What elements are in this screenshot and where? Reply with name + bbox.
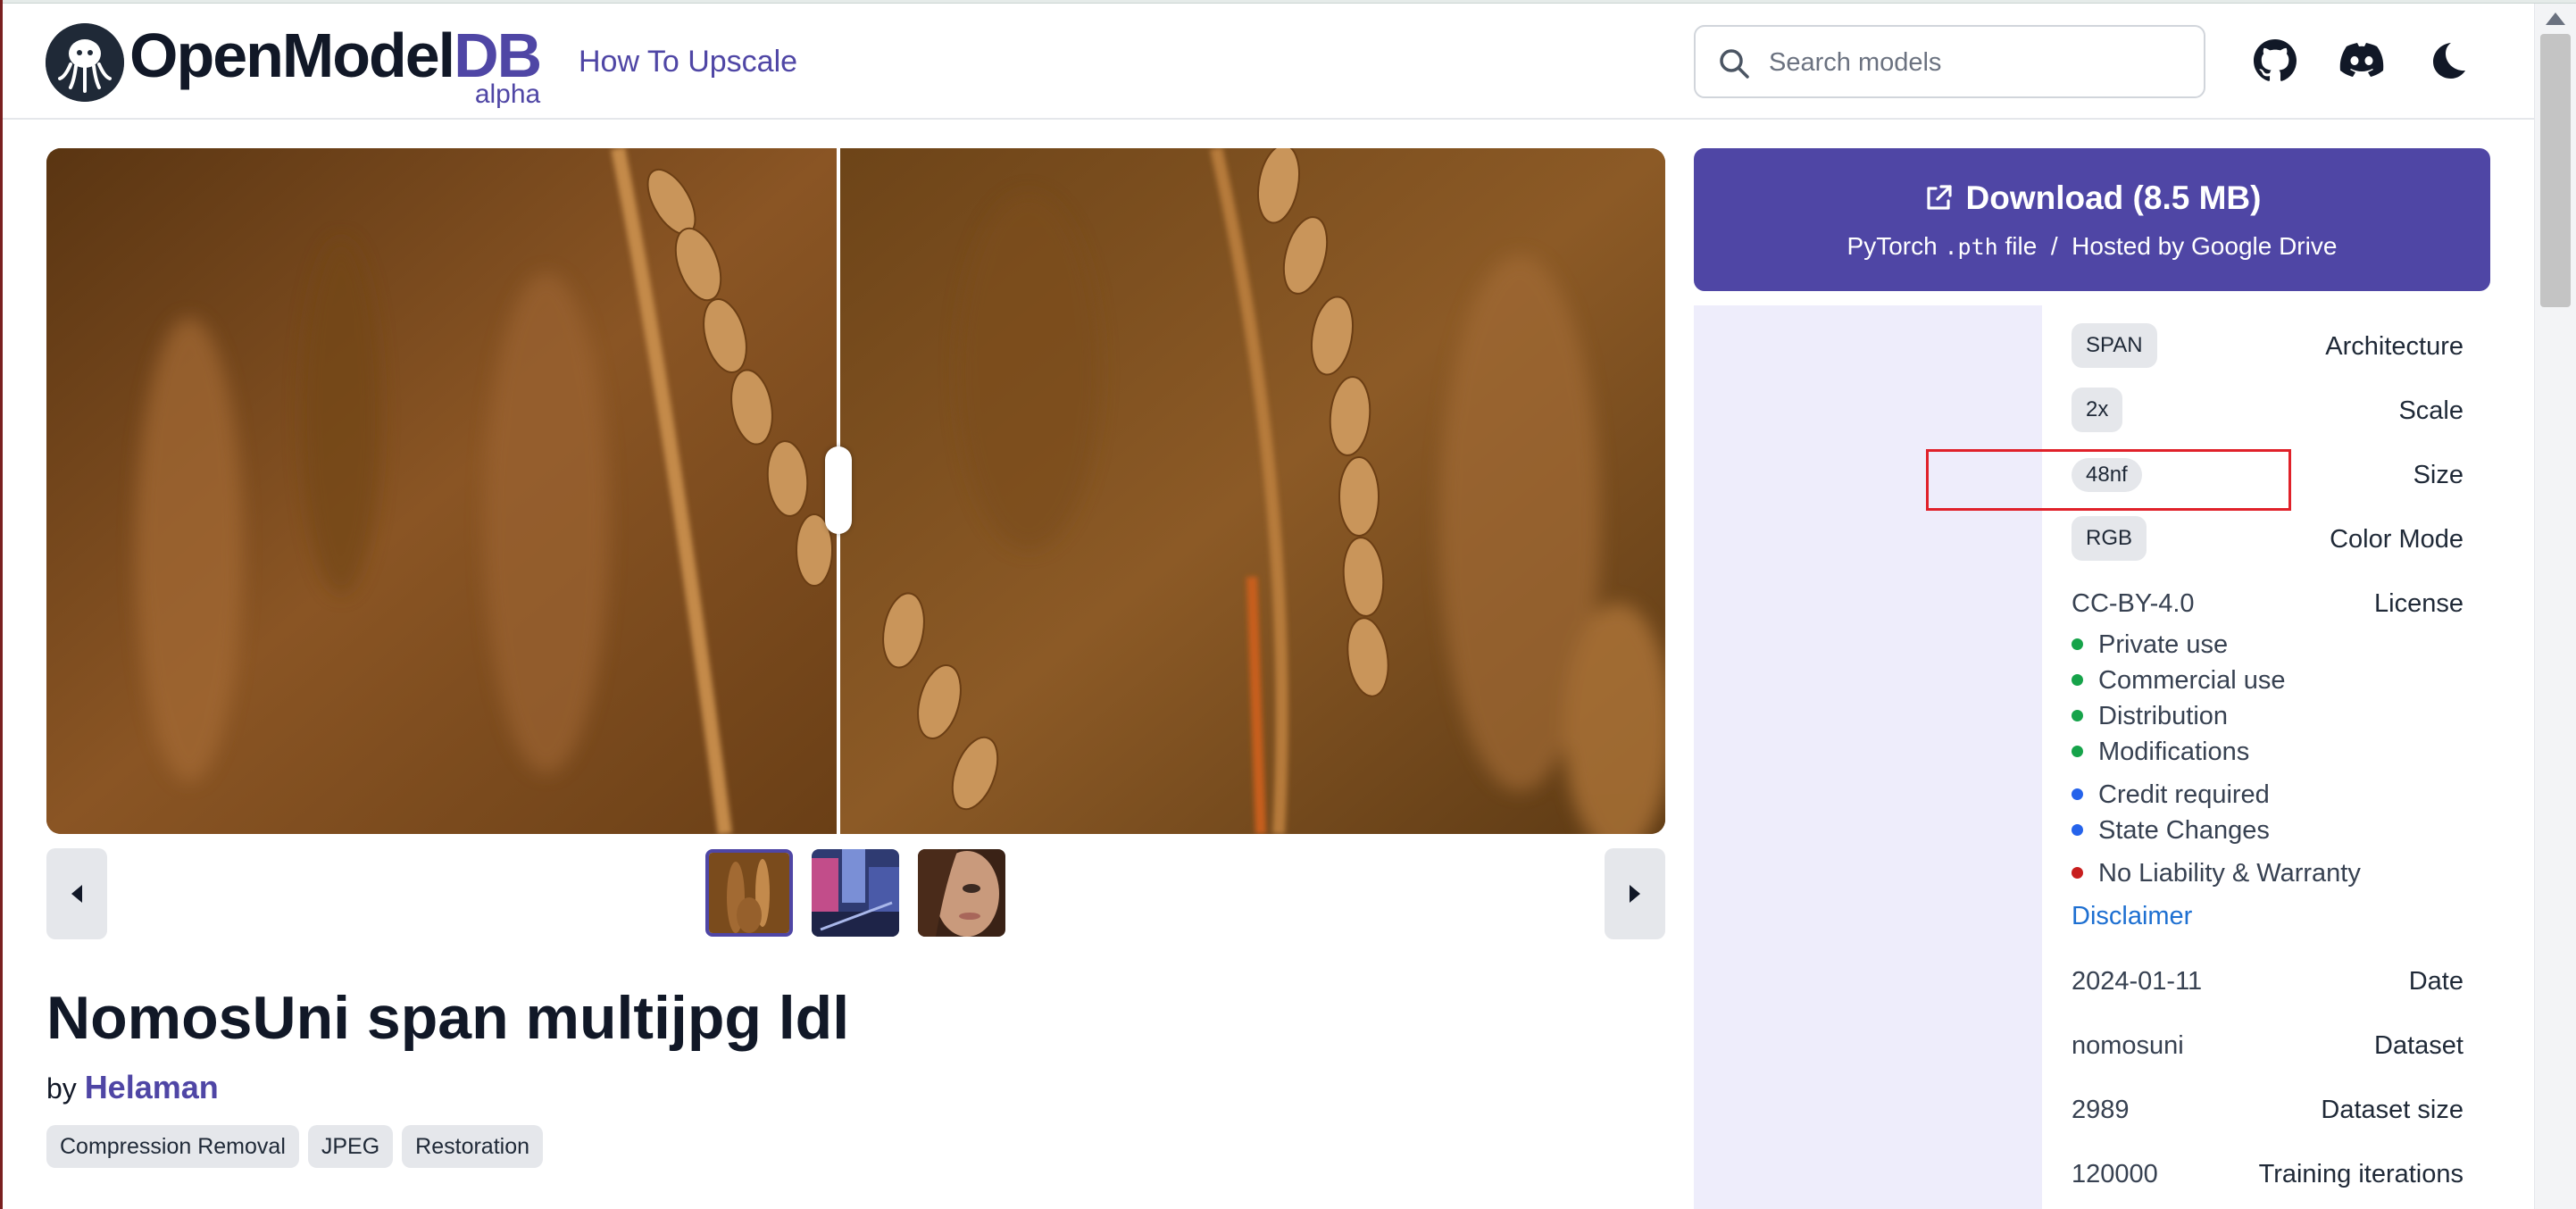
city-thumbnail-image <box>812 849 899 937</box>
download-button[interactable]: Download (8.5 MB) PyTorch .pth file / Ho… <box>1694 148 2490 291</box>
color-mode-badge[interactable]: RGB <box>2072 516 2147 561</box>
window-left-edge <box>0 0 3 1209</box>
wheat-comparison-image <box>46 148 1665 834</box>
author-link[interactable]: Helaman <box>85 1069 219 1105</box>
scale-badge[interactable]: 2x <box>2072 388 2123 432</box>
search-box[interactable] <box>1694 25 2205 98</box>
training-iterations-label: Training iterations <box>2258 1160 2463 1188</box>
page-scrollbar[interactable] <box>2534 4 2576 1209</box>
license-item-text: No Liability & Warranty <box>2098 859 2361 888</box>
license-item-text: Distribution <box>2098 702 2229 730</box>
tag[interactable]: JPEG <box>307 1125 394 1168</box>
license-label: License <box>2374 589 2463 618</box>
dataset-label: Dataset <box>2374 1031 2463 1060</box>
caret-left-icon <box>71 885 82 903</box>
alpha-badge: alpha <box>474 79 541 109</box>
nav-how-to-upscale-link[interactable]: How To Upscale <box>579 43 797 80</box>
image-comparison-viewer[interactable] <box>46 148 1665 834</box>
status-dot-icon <box>2072 824 2083 836</box>
status-dot-icon <box>2072 746 2083 757</box>
carousel-next-button[interactable] <box>1605 848 1665 939</box>
logo-wordmark: OpenModelDB alpha <box>129 21 542 109</box>
thumbnail-wheat[interactable] <box>705 849 793 937</box>
by-label: by <box>46 1072 77 1105</box>
download-label: Download (8.5 MB) <box>1965 179 2262 216</box>
disclaimer-link[interactable]: Disclaimer <box>2072 900 2192 932</box>
license-item-text: State Changes <box>2098 816 2270 845</box>
status-dot-icon <box>2072 674 2083 686</box>
architecture-value-cell: SPAN <box>2072 323 2157 368</box>
date-value: 2024-01-11 <box>2072 967 2203 996</box>
license-condition-item: State Changes <box>2072 814 2270 846</box>
site-header: OpenModelDB alpha How To Upscale <box>3 4 2534 120</box>
thumbnail-portrait[interactable] <box>918 849 1005 937</box>
model-title: NomosUni span multijpg ldl <box>46 984 850 1052</box>
status-dot-icon <box>2072 788 2083 800</box>
status-dot-icon <box>2072 638 2083 650</box>
site-logo[interactable]: OpenModelDB alpha <box>46 21 542 109</box>
dataset-value: nomosuni <box>2072 1031 2184 1060</box>
search-icon <box>1717 46 1751 80</box>
octopus-logo-icon <box>46 23 124 102</box>
comparison-slider-handle[interactable] <box>825 446 852 534</box>
download-extension: .pth <box>1944 234 1998 260</box>
training-iterations-value: 120000 <box>2072 1160 2158 1188</box>
dark-mode-moon-icon[interactable] <box>2424 38 2471 84</box>
logo-name: OpenModel <box>129 21 455 90</box>
color-mode-value-cell: RGB <box>2072 516 2147 561</box>
tag[interactable]: Compression Removal <box>46 1125 299 1168</box>
model-byline: by Helaman <box>46 1068 219 1108</box>
size-label: Size <box>2413 461 2463 489</box>
external-link-icon <box>1926 185 1952 210</box>
scroll-thumb[interactable] <box>2540 34 2571 307</box>
discord-icon[interactable] <box>2338 38 2385 84</box>
architecture-badge[interactable]: SPAN <box>2072 323 2157 368</box>
license-item-text: Commercial use <box>2098 666 2286 695</box>
license-value: CC-BY-4.0 <box>2072 589 2195 618</box>
color-mode-label: Color Mode <box>2330 525 2463 554</box>
date-label: Date <box>2408 967 2463 996</box>
size-highlight-box <box>1926 449 2291 511</box>
dataset-size-value: 2989 <box>2072 1096 2130 1124</box>
license-permission-item: Commercial use <box>2072 664 2286 696</box>
tag-list: Compression Removal JPEG Restoration <box>46 1125 544 1168</box>
license-item-text: Credit required <box>2098 780 2270 809</box>
scroll-up-arrow-icon[interactable] <box>2546 13 2565 25</box>
scale-value-cell: 2x <box>2072 388 2123 432</box>
portrait-thumbnail-image <box>918 849 1005 937</box>
download-format-label: PyTorch <box>1847 232 1938 260</box>
license-permission-item: Modifications <box>2072 736 2249 768</box>
caret-right-icon <box>1630 885 1640 903</box>
properties-label-column <box>1694 305 2042 1209</box>
carousel-prev-button[interactable] <box>46 848 107 939</box>
license-item-text: Private use <box>2098 630 2229 659</box>
search-input[interactable] <box>1769 41 2188 84</box>
license-permission-item: Private use <box>2072 629 2228 661</box>
thumbnail-city[interactable] <box>812 849 899 937</box>
license-permission-item: Distribution <box>2072 700 2228 732</box>
download-host-label: file / Hosted by Google Drive <box>2005 232 2338 260</box>
status-dot-icon <box>2072 710 2083 721</box>
license-limitation-item: No Liability & Warranty <box>2072 857 2361 889</box>
license-item-text: Modifications <box>2098 738 2250 766</box>
model-properties-table: Architecture SPAN Scale 2x Size 48nf Col… <box>1694 305 2490 1209</box>
dataset-size-label: Dataset size <box>2321 1096 2463 1124</box>
scale-label: Scale <box>2398 396 2463 425</box>
github-icon[interactable] <box>2252 38 2298 84</box>
download-subtitle: PyTorch .pth file / Hosted by Google Dri… <box>1694 229 2490 265</box>
tag[interactable]: Restoration <box>402 1125 544 1168</box>
wheat-thumbnail-image <box>709 853 789 933</box>
status-dot-icon <box>2072 867 2083 879</box>
architecture-label: Architecture <box>2325 332 2463 361</box>
license-condition-item: Credit required <box>2072 779 2270 811</box>
